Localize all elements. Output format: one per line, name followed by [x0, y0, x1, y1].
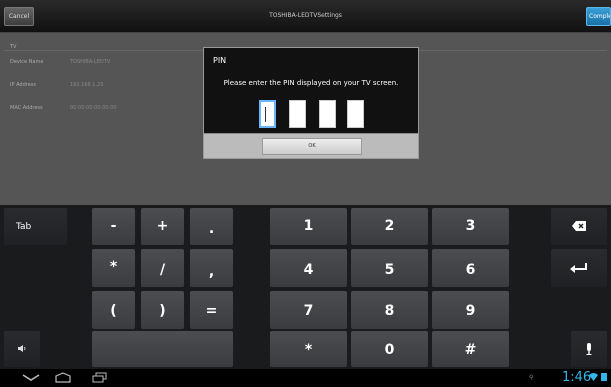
digit-3-key[interactable]: 3: [432, 208, 509, 245]
minus-key[interactable]: -: [92, 208, 135, 245]
digit-5-key[interactable]: 5: [351, 249, 428, 287]
soft-keyboard: Tab - + . 1 2 3 * / , 4 5 6 ( ) = 7 8 9: [0, 205, 611, 369]
key-label: .: [208, 221, 215, 237]
pin-digit-1-input[interactable]: [259, 100, 276, 128]
period-key[interactable]: .: [190, 208, 233, 245]
home-icon[interactable]: [55, 372, 71, 383]
mac-address-value[interactable]: 00:00:00:00:00:00: [70, 105, 117, 111]
mac-address-label: MAC Address: [10, 105, 43, 111]
recent-apps-icon[interactable]: [92, 372, 107, 383]
key-label: 9: [465, 303, 476, 319]
complete-button[interactable]: Complete: [586, 7, 611, 26]
device-name-label: Device Name: [10, 59, 44, 65]
dialog-message: Please enter the PIN displayed on your T…: [223, 79, 399, 87]
key-label: 0: [384, 342, 395, 358]
tab-key[interactable]: Tab: [4, 208, 67, 245]
close-paren-key[interactable]: ): [141, 291, 184, 329]
key-label: +: [156, 218, 169, 234]
digit-9-key[interactable]: 9: [432, 291, 509, 329]
enter-icon: [570, 263, 587, 273]
clock: 1:46: [562, 370, 592, 385]
keyboard-settings-icon: [18, 345, 26, 352]
keyboard-settings-key[interactable]: [4, 331, 40, 367]
app-title: TOSHIBA-LEDTVSettings: [269, 12, 342, 19]
key-label: ): [159, 303, 166, 319]
key-label: 1: [303, 218, 314, 234]
key-label: 3: [465, 218, 476, 234]
battery-icon: [600, 373, 607, 381]
back-icon[interactable]: [22, 374, 40, 382]
pin-digit-3-input[interactable]: [319, 100, 336, 128]
key-label: 5: [384, 262, 395, 278]
digit-6-key[interactable]: 6: [432, 249, 509, 287]
pin-digit-2-input[interactable]: [289, 100, 306, 128]
equals-key[interactable]: =: [190, 291, 233, 329]
tab-key-label: Tab: [16, 222, 32, 232]
digit-1-key[interactable]: 1: [270, 208, 347, 245]
key-label: 6: [465, 262, 476, 278]
ok-button[interactable]: OK: [262, 138, 362, 155]
key-label: /: [159, 262, 166, 278]
key-label: #: [464, 342, 477, 358]
device-name-value[interactable]: TOSHIBA-LEDTV: [70, 59, 110, 65]
key-label: =: [205, 303, 218, 319]
open-paren-key[interactable]: (: [92, 291, 135, 329]
key-label: (: [110, 303, 117, 319]
text-cursor: [265, 107, 266, 122]
comma-key[interactable]: ,: [190, 249, 233, 287]
navigation-bar: ⚲ 1:46: [0, 369, 611, 387]
microphone-icon: [586, 343, 592, 355]
digit-8-key[interactable]: 8: [351, 291, 428, 329]
title-bar: Cancel TOSHIBA-LEDTVSettings Complete: [0, 0, 611, 33]
dialog-title: PIN: [213, 56, 227, 65]
usb-icon: ⚲: [529, 374, 534, 381]
backspace-key[interactable]: [551, 208, 607, 245]
pin-dialog: PIN Please enter the PIN displayed on yo…: [203, 47, 419, 159]
key-label: *: [109, 259, 118, 275]
space-key[interactable]: [92, 331, 233, 367]
wifi-icon: [589, 372, 598, 381]
asterisk-key[interactable]: *: [92, 249, 135, 287]
hash-key[interactable]: #: [432, 331, 509, 367]
pin-digit-4-input[interactable]: [347, 100, 364, 128]
key-label: 2: [384, 218, 395, 234]
ip-address-label: IP Address: [10, 82, 36, 88]
key-label: 4: [303, 262, 314, 278]
ip-address-value[interactable]: 192.168.1.20: [70, 82, 103, 88]
key-label: 8: [384, 303, 395, 319]
digit-0-key[interactable]: 0: [351, 331, 428, 367]
status-icons: [589, 372, 607, 382]
microphone-key[interactable]: [571, 331, 607, 367]
enter-key[interactable]: [551, 249, 607, 287]
digit-2-key[interactable]: 2: [351, 208, 428, 245]
dialog-footer: OK: [204, 133, 418, 158]
plus-key[interactable]: +: [141, 208, 184, 245]
key-label: -: [110, 218, 117, 234]
slash-key[interactable]: /: [141, 249, 184, 287]
asterisk-digit-key[interactable]: *: [270, 331, 347, 367]
key-label: *: [304, 342, 313, 358]
key-label: ,: [208, 264, 215, 280]
backspace-icon: [572, 221, 586, 231]
key-label: 7: [303, 303, 314, 319]
digit-4-key[interactable]: 4: [270, 249, 347, 287]
digit-7-key[interactable]: 7: [270, 291, 347, 329]
